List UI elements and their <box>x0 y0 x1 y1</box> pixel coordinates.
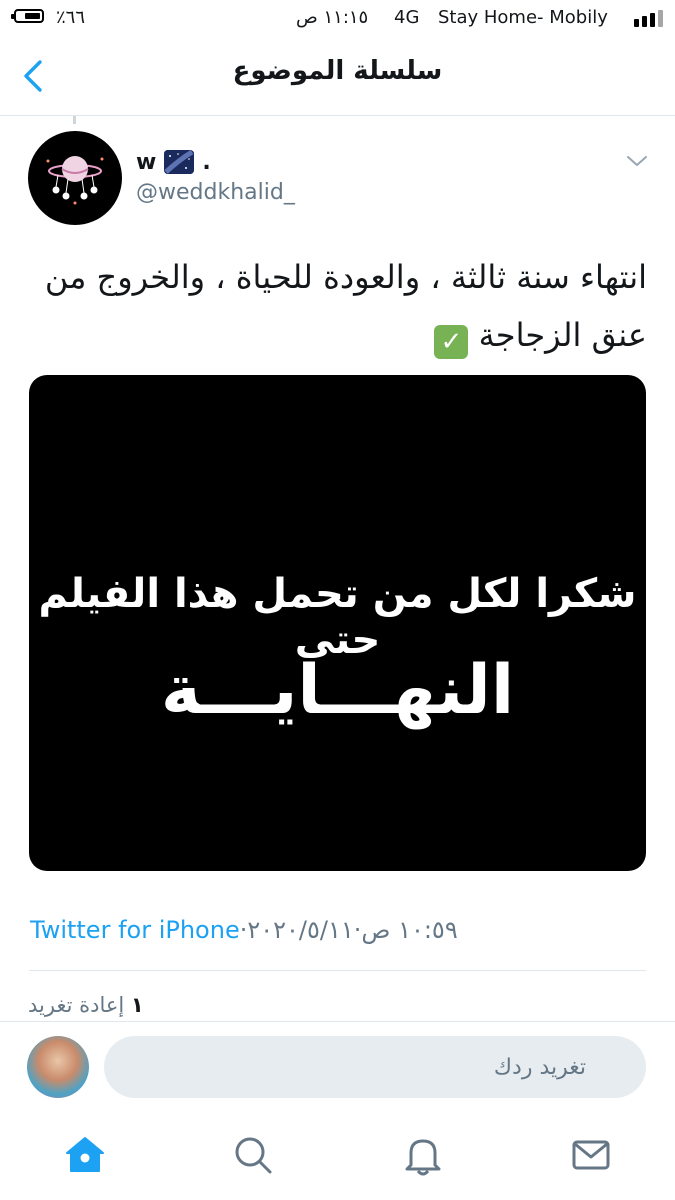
tab-bar <box>0 1117 675 1200</box>
tweet-text: انتهاء سنة ثالثة ، والعودة للحياة ، والخ… <box>28 248 647 364</box>
thread-connector <box>73 116 76 124</box>
retweet-count: ١ <box>130 993 144 1017</box>
search-icon[interactable] <box>231 1133 275 1177</box>
media-caption-line2: النهـــايـــة <box>160 651 515 730</box>
author-avatar[interactable] <box>28 131 122 225</box>
bell-icon[interactable] <box>401 1133 445 1177</box>
user-avatar[interactable] <box>27 1036 89 1098</box>
tweet-media-image[interactable]: شكرا لكل من تحمل هذا الفيلم حتى النهـــا… <box>29 375 646 871</box>
planet-avatar-image <box>46 156 104 205</box>
retweet-label: إعادة تغريد <box>28 993 125 1017</box>
signal-bars-icon <box>634 10 664 27</box>
milky-way-emoji <box>164 150 195 174</box>
tweet-date: ٢٠٢٠/٥/١١ <box>247 916 354 944</box>
chevron-down-icon[interactable] <box>624 150 650 172</box>
author-handle[interactable]: @weddkhalid_ <box>136 180 295 205</box>
mail-icon[interactable] <box>569 1133 613 1177</box>
tweet-text-body: انتهاء سنة ثالثة ، والعودة للحياة ، والخ… <box>44 258 647 354</box>
white-check-mark-emoji: ✓ <box>434 325 469 359</box>
author-name-row[interactable]: w . <box>136 148 211 176</box>
network-type: 4G <box>394 7 420 28</box>
battery-icon <box>11 9 44 23</box>
tweet-source-link[interactable]: Twitter for iPhone <box>30 916 240 944</box>
tweet-time: ١٠:٥٩ ص <box>361 916 458 944</box>
status-bar: ٪٦٦ ١١:١٥ ص 4G Stay Home- Mobily <box>0 0 675 36</box>
status-time: ١١:١٥ ص <box>296 7 369 28</box>
author-display-name: w <box>136 149 157 175</box>
meta-separator: · <box>239 916 248 944</box>
page-title: سلسلة الموضوع <box>232 56 443 86</box>
meta-separator: · <box>353 916 362 944</box>
tweet-meta: Twitter for iPhone · ٢٠٢٠/٥/١١ · ١٠:٥٩ ص <box>30 916 458 944</box>
nav-bar: سلسلة الموضوع <box>0 36 675 116</box>
divider <box>29 970 646 971</box>
media-caption-line1: شكرا لكل من تحمل هذا الفيلم حتى <box>38 571 637 663</box>
reply-input[interactable] <box>104 1036 646 1098</box>
battery-level <box>25 13 40 19</box>
home-icon[interactable] <box>63 1133 107 1177</box>
reply-bar <box>0 1021 675 1117</box>
retweet-stats[interactable]: ١ إعادة تغريد <box>28 993 144 1017</box>
battery-percent: ٪٦٦ <box>56 7 86 28</box>
author-name-suffix: . <box>202 149 211 175</box>
carrier-name: Stay Home- Mobily <box>438 7 608 28</box>
